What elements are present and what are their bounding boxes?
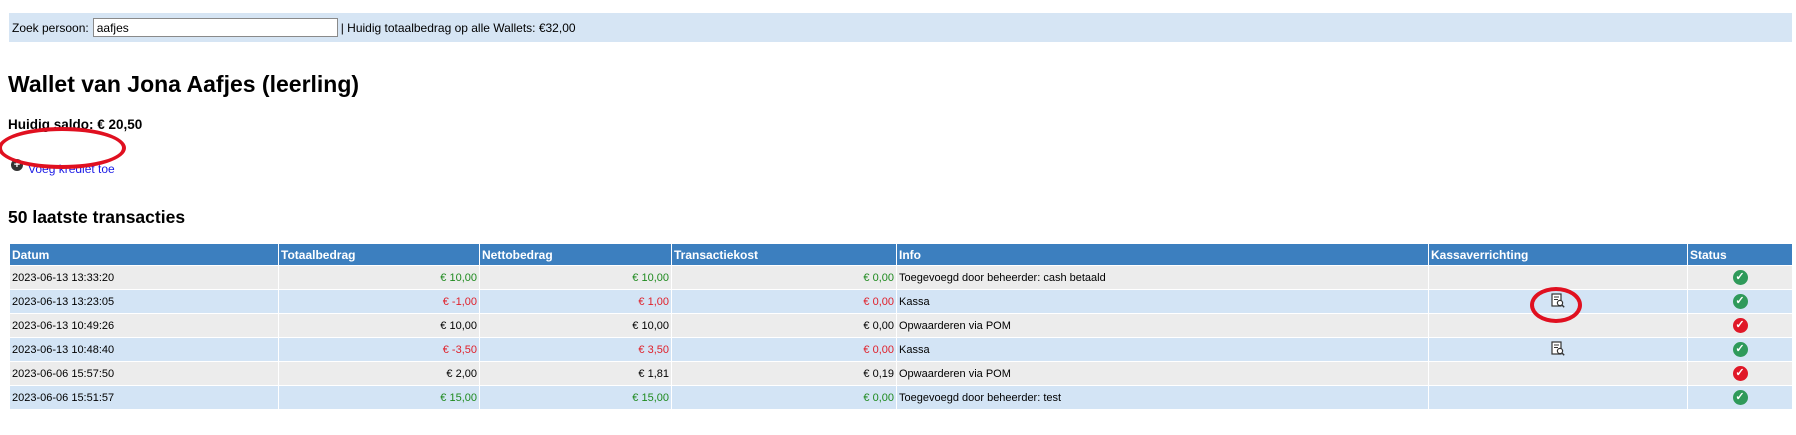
current-balance: Huidig saldo: € 20,50 xyxy=(8,117,142,132)
cell-net: € 1,81 xyxy=(479,361,672,386)
column-header-nettobedrag: Nettobedrag xyxy=(479,243,672,266)
column-header-status: Status xyxy=(1687,243,1793,266)
cell-date: 2023-06-06 15:57:50 xyxy=(9,361,279,386)
search-bar: Zoek persoon: | Huidig totaalbedrag op a… xyxy=(9,13,1792,42)
column-header-datum: Datum xyxy=(9,243,279,266)
cell-net: € 1,00 xyxy=(479,289,672,314)
cell-status: ✓ xyxy=(1687,289,1793,314)
column-header-transactiekost: Transactiekost xyxy=(671,243,897,266)
transactions-table: Datum Totaalbedrag Nettobedrag Transacti… xyxy=(9,243,1793,410)
cell-fee: € 0,00 xyxy=(671,337,897,362)
balance-label: Huidig saldo: xyxy=(8,117,94,132)
check-circle-icon: ✓ xyxy=(1732,294,1748,309)
table-header-row: Datum Totaalbedrag Nettobedrag Transacti… xyxy=(9,243,1793,266)
cell-kassaverrichting xyxy=(1428,361,1688,386)
cell-total: € 15,00 xyxy=(278,385,480,410)
cell-status: ✓ xyxy=(1687,265,1793,290)
cell-status: ✓ xyxy=(1687,337,1793,362)
search-label: Zoek persoon: xyxy=(12,20,89,35)
table-row: 2023-06-13 10:48:40 € -3,50 € 3,50 € 0,00 Ka… xyxy=(9,337,1793,362)
check-circle-red-icon: ✓ xyxy=(1732,366,1748,381)
cell-kassaverrichting xyxy=(1428,385,1688,410)
plus-circle-icon: + xyxy=(11,159,23,171)
cell-fee: € 0,00 xyxy=(671,265,897,290)
cell-date: 2023-06-13 10:49:26 xyxy=(9,313,279,338)
cell-info: Toegevoegd door beheerder: cash betaald xyxy=(896,265,1429,290)
cell-kassaverrichting xyxy=(1428,265,1688,290)
cell-info: Opwaarderen via POM xyxy=(896,313,1429,338)
cell-info: Opwaarderen via POM xyxy=(896,361,1429,386)
cell-status: ✓ xyxy=(1687,361,1793,386)
table-row: 2023-06-13 13:33:20 € 10,00 € 10,00 € 0,00 T… xyxy=(9,265,1793,290)
search-input[interactable] xyxy=(92,18,338,37)
table-row: 2023-06-13 13:23:05 € -1,00 € 1,00 € 0,00 Ka… xyxy=(9,289,1793,314)
cell-total: € -1,00 xyxy=(278,289,480,314)
cell-net: € 10,00 xyxy=(479,265,672,290)
cell-total: € -3,50 xyxy=(278,337,480,362)
cell-net: € 10,00 xyxy=(479,313,672,338)
cell-kassaverrichting xyxy=(1428,289,1688,314)
cell-date: 2023-06-13 10:48:40 xyxy=(9,337,279,362)
check-circle-icon: ✓ xyxy=(1732,270,1748,285)
cell-info: Toegevoegd door beheerder: test xyxy=(896,385,1429,410)
column-header-info: Info xyxy=(896,243,1429,266)
column-header-kassaverrichting: Kassaverrichting xyxy=(1428,243,1688,266)
cell-info: Kassa xyxy=(896,337,1429,362)
cell-total: € 2,00 xyxy=(278,361,480,386)
cell-kassaverrichting xyxy=(1428,337,1688,362)
cell-date: 2023-06-06 15:51:57 xyxy=(9,385,279,410)
table-row: 2023-06-06 15:51:57 € 15,00 € 15,00 € 0,00 T… xyxy=(9,385,1793,410)
cell-info: Kassa xyxy=(896,289,1429,314)
cell-total: € 10,00 xyxy=(278,313,480,338)
table-row: 2023-06-06 15:57:50 € 2,00 € 1,81 € 0,19 Opw… xyxy=(9,361,1793,386)
cell-fee: € 0,00 xyxy=(671,385,897,410)
page-title: Wallet van Jona Aafjes (leerling) xyxy=(8,71,360,97)
cell-status: ✓ xyxy=(1687,385,1793,410)
balance-value: € 20,50 xyxy=(97,117,143,132)
cell-status: ✓ xyxy=(1687,313,1793,338)
column-header-totaalbedrag: Totaalbedrag xyxy=(278,243,480,266)
cell-total: € 10,00 xyxy=(278,265,480,290)
add-credit-label[interactable]: Voeg krediet toe xyxy=(28,162,115,176)
add-credit-link[interactable]: + Voeg krediet toe xyxy=(11,159,115,176)
total-amount-text: | Huidig totaalbedrag op alle Wallets: €… xyxy=(340,20,576,35)
cell-fee: € 0,00 xyxy=(671,313,897,338)
cell-date: 2023-06-13 13:23:05 xyxy=(9,289,279,314)
cell-net: € 15,00 xyxy=(479,385,672,410)
receipt-search-icon[interactable] xyxy=(1551,340,1565,359)
cell-kassaverrichting xyxy=(1428,313,1688,338)
cell-fee: € 0,00 xyxy=(671,289,897,314)
check-circle-icon: ✓ xyxy=(1732,390,1748,405)
table-row: 2023-06-13 10:49:26 € 10,00 € 10,00 € 0,00 O… xyxy=(9,313,1793,338)
receipt-search-icon[interactable] xyxy=(1551,292,1565,311)
cell-net: € 3,50 xyxy=(479,337,672,362)
cell-date: 2023-06-13 13:33:20 xyxy=(9,265,279,290)
cell-fee: € 0,19 xyxy=(671,361,897,386)
transactions-heading: 50 laatste transacties xyxy=(8,207,186,227)
check-circle-icon: ✓ xyxy=(1732,342,1748,357)
check-circle-red-icon: ✓ xyxy=(1732,318,1748,333)
